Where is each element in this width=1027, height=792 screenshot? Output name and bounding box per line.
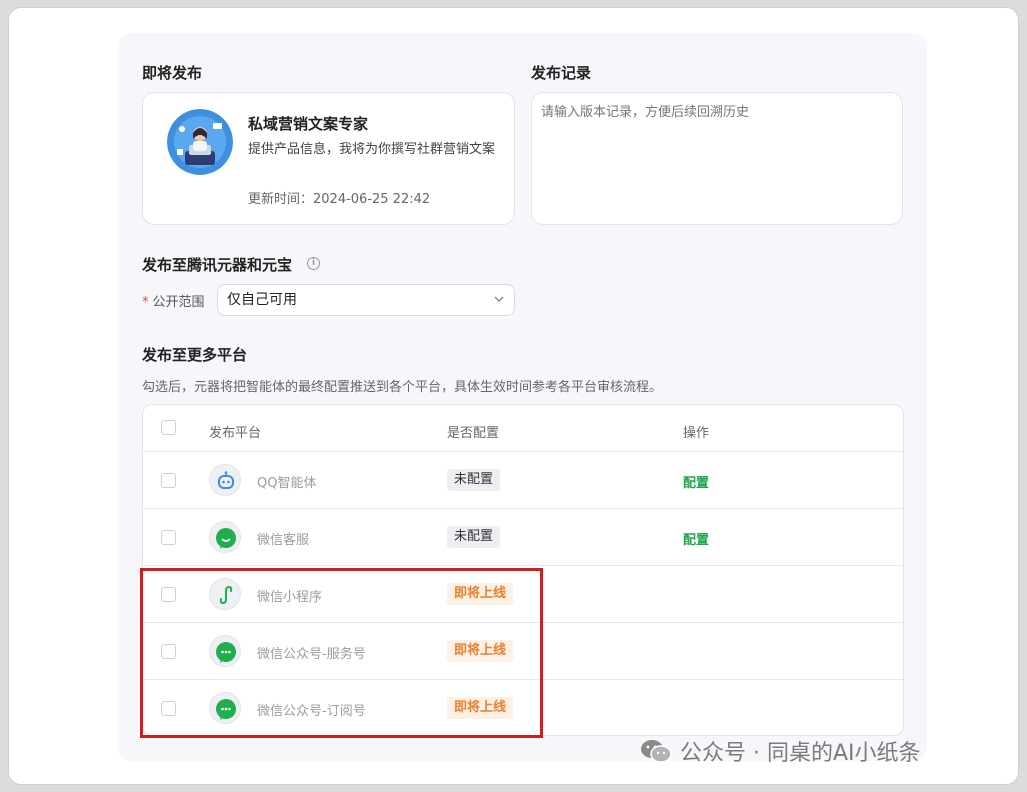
table-row: QQ智能体 未配置 配置	[143, 452, 903, 509]
publish-section-title: 即将发布	[142, 64, 203, 82]
qq-bot-icon	[209, 464, 241, 496]
bot-name: 私域营销文案专家	[248, 115, 369, 133]
scope-select[interactable]: 仅自己可用	[217, 284, 515, 316]
configure-link[interactable]: 配置	[683, 472, 709, 491]
scope-select-value: 仅自己可用	[227, 292, 297, 308]
tencent-section-title: 发布至腾讯元器和元宝	[142, 256, 293, 274]
row-checkbox[interactable]	[161, 473, 176, 488]
watermark: 公众号 · 同桌的AI小纸条	[640, 735, 921, 767]
header-config-status: 是否配置	[447, 426, 500, 441]
more-platforms-hint: 勾选后，元器将把智能体的最终配置推送到各个平台，具体生效时间参考各平台审核流程。	[142, 380, 663, 395]
bot-card: 私域营销文案专家 提供产品信息，我将为你撰写社群营销文案 更新时间：2024-0…	[142, 92, 515, 225]
row-checkbox[interactable]	[161, 530, 176, 545]
bot-description: 提供产品信息，我将为你撰写社群营销文案	[248, 142, 496, 157]
record-section-title: 发布记录	[531, 64, 592, 82]
platform-name: QQ智能体	[257, 476, 317, 491]
header-action: 操作	[683, 426, 710, 441]
status-badge: 未配置	[447, 526, 501, 548]
more-platforms-title: 发布至更多平台	[142, 346, 248, 364]
status-badge: 未配置	[447, 469, 501, 491]
table-row: 微信客服 未配置 配置	[143, 509, 903, 566]
select-all-checkbox[interactable]	[161, 420, 176, 435]
bot-avatar	[167, 109, 233, 175]
wechat-watermark-icon	[641, 740, 672, 763]
scope-label: * 公开范围	[142, 295, 205, 310]
bot-updated-time: 更新时间：2024-06-25 22:42	[248, 192, 431, 207]
configure-link[interactable]: 配置	[683, 529, 709, 548]
wechat-icon	[209, 521, 241, 553]
info-icon[interactable]: i	[307, 257, 320, 270]
chevron-down-icon	[494, 296, 504, 302]
platform-name: 微信客服	[257, 533, 310, 548]
header-platform: 发布平台	[209, 426, 262, 441]
version-record-input[interactable]	[531, 92, 903, 225]
watermark-text: 公众号 · 同桌的AI小纸条	[680, 741, 921, 766]
table-header: 发布平台 是否配置 操作	[143, 405, 903, 452]
highlight-box	[140, 568, 543, 738]
